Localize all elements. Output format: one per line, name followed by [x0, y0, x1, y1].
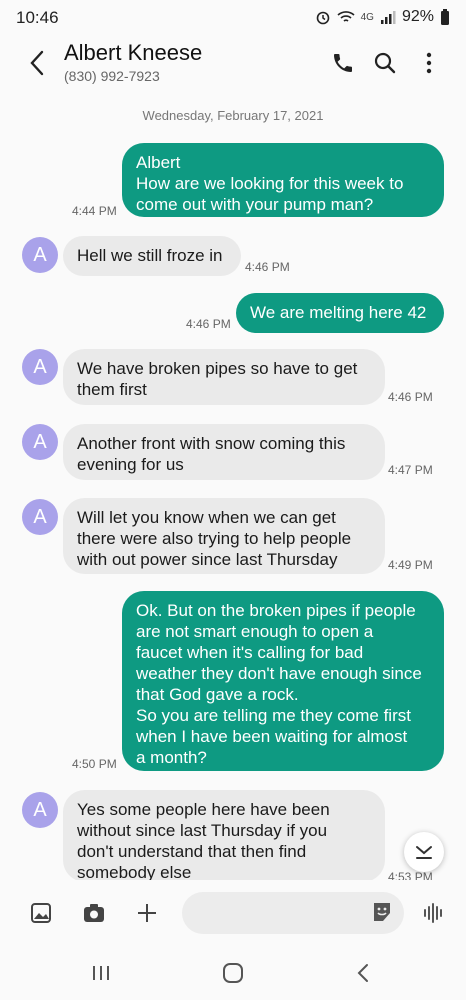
message-bubble[interactable]: Albert How are we looking for this week …	[122, 143, 444, 217]
nav-back-icon	[357, 964, 368, 982]
sticker-icon	[374, 903, 390, 921]
status-time: 10:46	[16, 8, 59, 27]
conversation-header: Albert Kneese (830) 992-7923	[0, 36, 466, 92]
message-bubble[interactable]: We have broken pipes so have to get them…	[63, 349, 385, 405]
message-input[interactable]	[182, 892, 404, 934]
message-time: 4:46 PM	[186, 317, 231, 331]
message-bubble[interactable]: Yes some people here have been without s…	[63, 790, 385, 882]
recents-button[interactable]	[86, 958, 116, 988]
message-time: 4:46 PM	[388, 390, 433, 404]
recents-icon	[93, 966, 109, 980]
voice-button[interactable]	[418, 898, 448, 928]
message-bubble[interactable]: Another front with snow coming this even…	[63, 424, 385, 480]
status-icons: 4G 92%	[315, 8, 450, 26]
wifi-icon	[337, 11, 355, 22]
message-bubble[interactable]: Ok. But on the broken pipes if people ar…	[122, 591, 444, 771]
scroll-to-bottom-button[interactable]	[404, 832, 444, 872]
compose-bar	[0, 880, 466, 944]
call-button[interactable]	[328, 48, 358, 78]
status-bar: 10:46 4G 92%	[0, 0, 466, 36]
contact-avatar[interactable]: A	[22, 499, 58, 535]
message-time: 4:44 PM	[72, 204, 117, 218]
message-time: 4:50 PM	[72, 757, 117, 771]
battery-percent: 92%	[401, 8, 434, 25]
signal-icon	[380, 11, 396, 24]
camera-icon	[84, 904, 104, 922]
contact-number: (830) 992-7923	[64, 68, 160, 84]
more-vert-icon	[426, 52, 432, 74]
search-icon	[374, 52, 396, 74]
battery-icon	[441, 9, 449, 25]
home-button[interactable]	[218, 958, 248, 988]
add-attachment-button[interactable]	[132, 898, 162, 928]
back-arrow-icon	[30, 50, 44, 76]
system-navigation-bar	[0, 944, 466, 1000]
home-icon	[223, 963, 243, 983]
voice-wave-icon	[424, 903, 442, 923]
contact-avatar[interactable]: A	[22, 424, 58, 460]
chevron-down-icon	[416, 846, 432, 859]
network-label: 4G	[360, 11, 374, 23]
date-separator: Wednesday, February 17, 2021	[142, 108, 324, 123]
gallery-button[interactable]	[26, 898, 56, 928]
back-button[interactable]	[22, 48, 52, 78]
nav-back-button[interactable]	[348, 958, 378, 988]
message-bubble[interactable]: We are melting here 42	[236, 293, 444, 333]
message-time: 4:47 PM	[388, 463, 433, 477]
plus-icon	[138, 904, 156, 922]
phone-icon	[334, 54, 352, 72]
message-time: 4:46 PM	[245, 260, 290, 274]
contact-name[interactable]: Albert Kneese	[64, 40, 202, 66]
image-icon	[31, 903, 51, 923]
camera-button[interactable]	[79, 898, 109, 928]
contact-avatar[interactable]: A	[22, 349, 58, 385]
sticker-button[interactable]	[370, 900, 394, 929]
search-button[interactable]	[370, 48, 400, 78]
contact-avatar[interactable]: A	[22, 237, 58, 273]
alarm-icon	[316, 11, 329, 25]
contact-avatar[interactable]: A	[22, 792, 58, 828]
message-bubble[interactable]: Hell we still froze in	[63, 236, 241, 276]
more-options-button[interactable]	[414, 48, 444, 78]
message-bubble[interactable]: Will let you know when we can get there …	[63, 498, 385, 574]
message-time: 4:49 PM	[388, 558, 433, 572]
message-input-field[interactable]	[198, 902, 362, 922]
